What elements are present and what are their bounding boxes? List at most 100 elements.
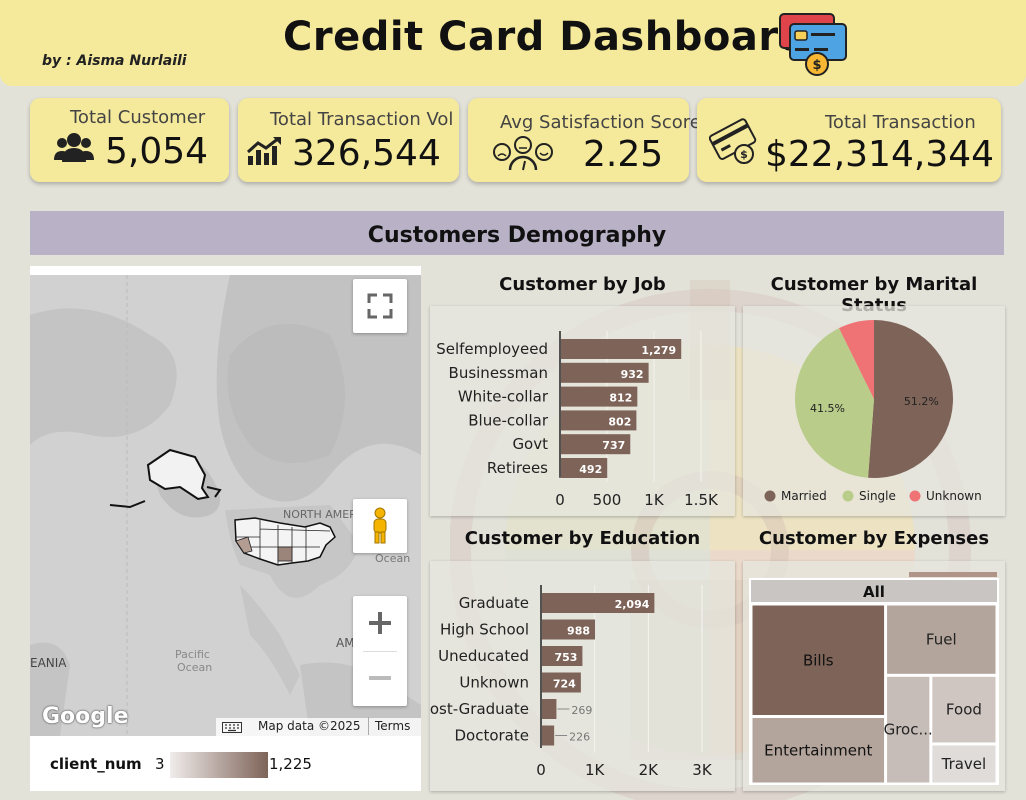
education-chart-title: Customer by Education (464, 528, 701, 549)
map-label-region: EANIA (30, 656, 67, 670)
data-label: 269 (571, 704, 592, 717)
kpi-total-customer: Total Customer 5,054 (30, 98, 229, 182)
map-view[interactable]: NORTH AMERICA Ocean Pacific Ocean EANIA … (30, 266, 421, 736)
data-label: 737 (602, 439, 625, 452)
x-tick-label: 0 (555, 491, 565, 509)
legend-gradient (170, 752, 268, 778)
plus-icon (369, 612, 391, 634)
legend-label: Single (859, 489, 896, 503)
scroll-indicator (909, 572, 997, 577)
legend-marker (764, 490, 776, 502)
education-chart-panel: 0 1K 2K 3K Graduate 2,094 High School 988 Uneduc… (421, 561, 735, 791)
treemap-root-label: All (863, 583, 885, 601)
attribution-divider (368, 717, 369, 735)
job-chart-panel: 0 500 1K 1.5K Selfemployeed 1,279 Businessman 9… (430, 306, 735, 516)
credit-card-logo-icon: $ (779, 13, 847, 76)
map-label-am: AM (336, 636, 355, 650)
google-logo: Google (42, 704, 129, 729)
job-chart-title: Customer by Job (499, 274, 666, 295)
category-label: Retirees (487, 459, 548, 477)
data-label: 1,279 (641, 344, 676, 357)
x-tick-label: 1K (585, 761, 606, 779)
category-label: Selfemployeed (436, 340, 548, 358)
data-label: 802 (608, 415, 631, 428)
kpi-value: 5,054 (105, 131, 209, 172)
slice-label: 41.5% (810, 402, 845, 415)
category-label: Doctorate (454, 727, 529, 745)
kpi-label: Avg Satisfaction Score (500, 112, 701, 133)
data-label: 492 (579, 463, 602, 476)
kpi-label: Total Transaction Vol (270, 109, 454, 130)
legend-field: client_num (50, 755, 142, 773)
map-label-pacific-ocean: Ocean (177, 661, 212, 674)
svg-text:$: $ (740, 148, 748, 161)
kpi-value: 326,544 (292, 133, 441, 174)
slice-label: 51.2% (904, 395, 939, 408)
fullscreen-button[interactable] (353, 279, 407, 333)
kpi-total-transaction: Total Transaction $ $22,314,344 (697, 98, 1001, 182)
education-bar-chart: 0 1K 2K 3K Graduate 2,094 High School 988 Uneduc… (421, 585, 713, 779)
data-label: 988 (567, 625, 590, 638)
street-view-button[interactable] (353, 499, 407, 553)
x-tick-label: 0 (536, 761, 546, 779)
bar (542, 699, 557, 719)
map-legend: client_num 3 1,225 (30, 736, 421, 791)
map-top-strip (30, 266, 421, 275)
treemap-cell-label: Fuel (926, 631, 957, 649)
fullscreen-icon (367, 293, 393, 319)
satisfaction-gauge-icon (493, 136, 553, 171)
author-label: by : Aisma Nurlaili (42, 53, 187, 69)
section-title: Customers Demography (30, 211, 1004, 255)
expenses-treemap: All Bills Entertainment Fuel Groc... Food Trav… (749, 572, 999, 785)
treemap-cell-label: Groc... (884, 721, 933, 739)
terms-link[interactable]: Terms (375, 719, 410, 733)
treemap-cell-label: Bills (803, 651, 834, 669)
kpi-label: Total Transaction (825, 112, 976, 133)
bar (542, 725, 555, 746)
legend-marker (842, 490, 854, 502)
pegman-icon (373, 507, 387, 544)
users-icon (54, 133, 94, 162)
data-label: 932 (621, 368, 644, 381)
x-tick-label: 1K (644, 491, 665, 509)
category-label: White-collar (458, 388, 549, 406)
map-data-text: Map data ©2025 (258, 719, 361, 733)
zoom-out-button[interactable] (353, 651, 407, 706)
credit-card-payment-icon: $ (709, 118, 757, 164)
job-bar-chart: 0 500 1K 1.5K Selfemployeed 1,279 Businessman 9… (436, 331, 719, 509)
page-title: Credit Card Dashboard (283, 14, 808, 60)
expenses-chart-title: Customer by Expenses (758, 528, 990, 549)
category-label: Govt (512, 435, 548, 453)
kpi-avg-satisfaction: Avg Satisfaction Score 2.25 (468, 98, 701, 182)
zoom-controls (353, 596, 407, 706)
marital-pie-chart: 51.2% 41.5% Married Single Unknown (764, 320, 982, 503)
category-label: Businessman (449, 364, 548, 382)
x-tick-label: 500 (593, 491, 622, 509)
x-tick-label: 1.5K (684, 491, 719, 509)
category-label: Blue-collar (468, 411, 549, 429)
category-label: Unknown (459, 674, 529, 692)
data-label: 753 (554, 651, 577, 664)
marital-chart-panel: 51.2% 41.5% Married Single Unknown (743, 306, 1005, 516)
legend-max: 1,225 (269, 755, 312, 773)
data-label: 724 (553, 678, 576, 691)
treemap-cell-label: Food (946, 701, 982, 719)
svg-text:$: $ (812, 58, 821, 73)
x-tick-label: 2K (639, 761, 660, 779)
kpi-value: $22,314,344 (765, 134, 995, 175)
legend-marker (909, 490, 921, 502)
legend-label: Unknown (926, 489, 982, 503)
map-label-ocean: Ocean (375, 552, 410, 565)
category-label: Graduate (459, 594, 529, 612)
zoom-in-button[interactable] (353, 596, 407, 651)
minus-icon (369, 676, 391, 680)
category-label: Post-Graduate (430, 700, 529, 718)
legend-min: 3 (155, 755, 165, 773)
data-label: 226 (569, 731, 590, 744)
category-label: Uneducated (438, 647, 529, 665)
keyboard-icon[interactable] (222, 722, 242, 733)
map-attribution-bar: Map data ©2025 Terms (216, 717, 421, 736)
growth-chart-icon (246, 136, 281, 165)
category-label: High School (440, 621, 529, 639)
dashboard-header: by : Aisma Nurlaili Credit Card Dashboar… (0, 0, 1026, 86)
